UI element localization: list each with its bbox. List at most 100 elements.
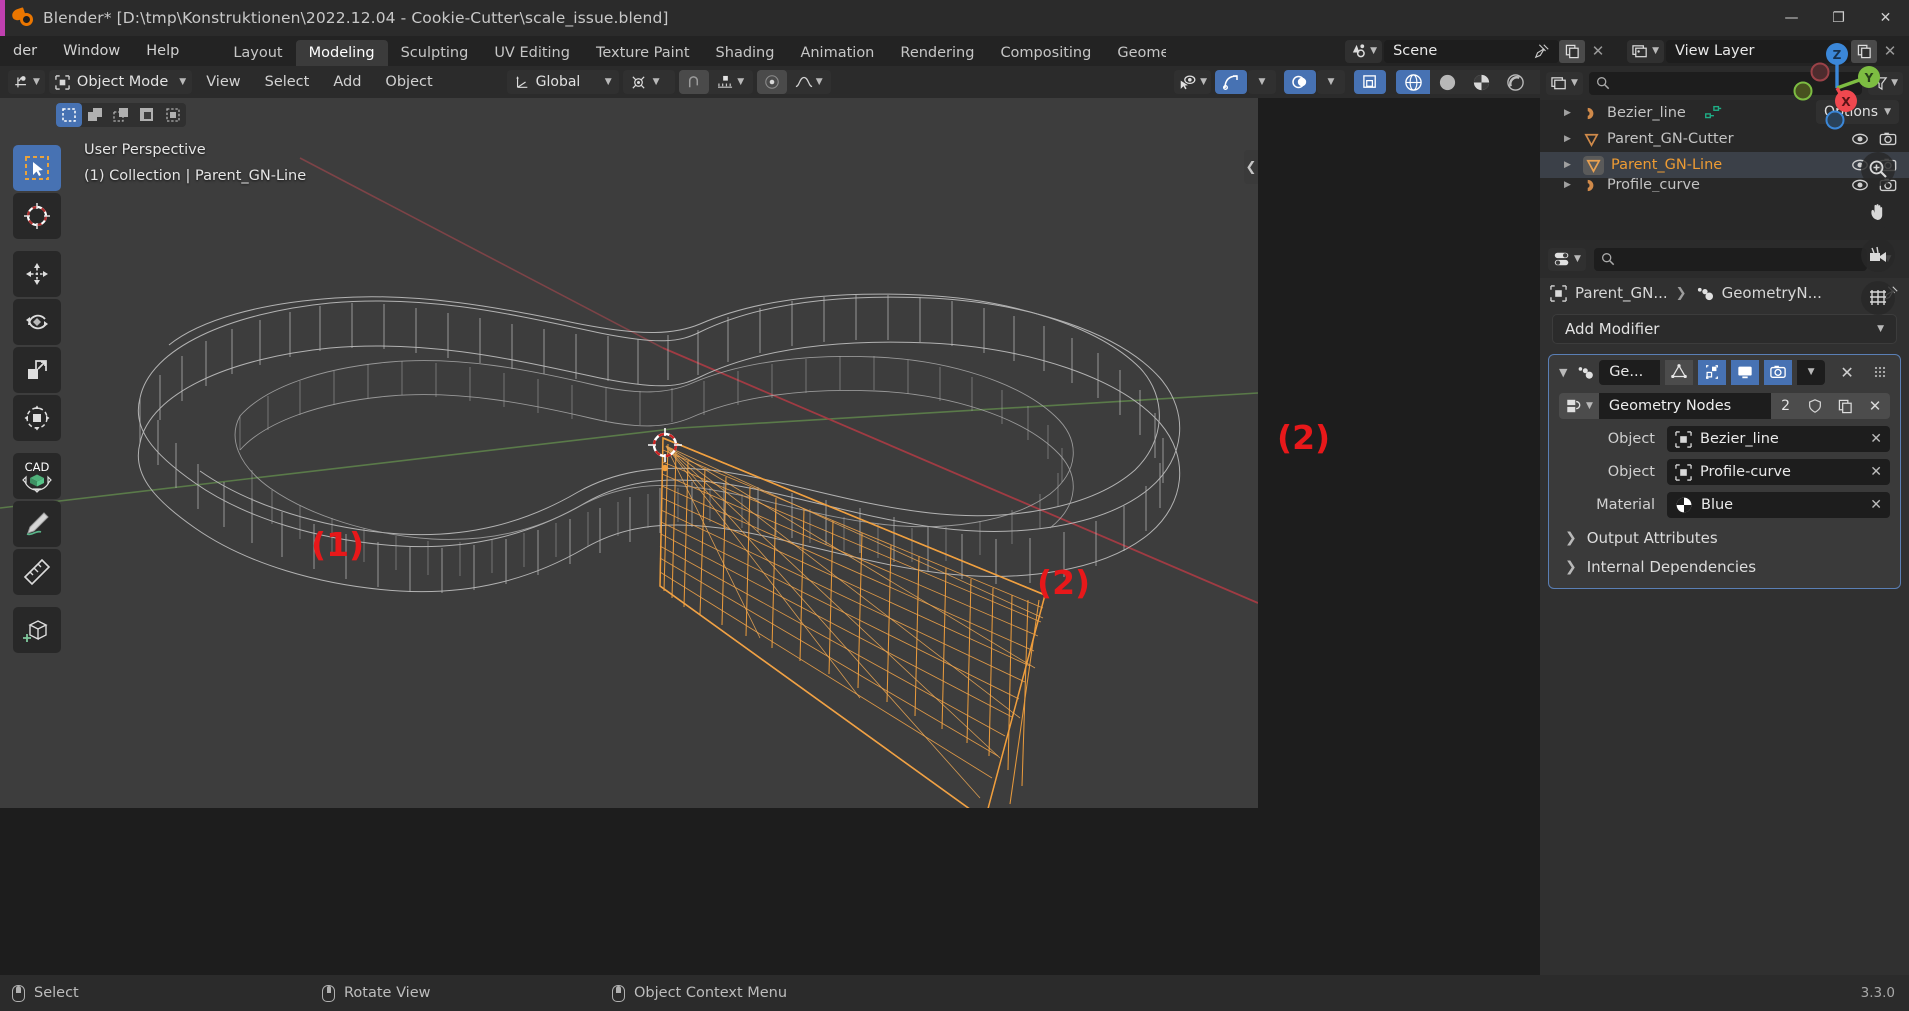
tab-compositing[interactable]: Compositing <box>987 40 1104 66</box>
node-group-unlink-button[interactable]: ✕ <box>1860 393 1890 419</box>
node-group-user-count[interactable]: 2 <box>1771 393 1800 419</box>
chevron-down-icon[interactable]: ▼ <box>1555 366 1571 379</box>
menu-help[interactable]: Help <box>133 36 192 66</box>
sidebar-collapse-toggle[interactable]: ❮ <box>1244 150 1258 184</box>
tab-uv-editing[interactable]: UV Editing <box>481 40 583 66</box>
viewport-menu-select[interactable]: Select <box>255 70 320 94</box>
node-group-fake-user-button[interactable] <box>1800 393 1830 419</box>
expand-arrow-icon[interactable]: ▶ <box>1564 108 1576 118</box>
node-group-new-button[interactable] <box>1830 393 1860 419</box>
modifier-toggle-on-cage[interactable] <box>1665 359 1694 385</box>
tab-modeling[interactable]: Modeling <box>295 40 388 66</box>
menu-blender[interactable]: der <box>0 36 50 66</box>
viewport-menu-object[interactable]: Object <box>375 70 442 94</box>
modifier-toggle-edit-mode[interactable] <box>1698 359 1727 385</box>
viewport-menu-view[interactable]: View <box>196 70 250 94</box>
pan-button[interactable] <box>1861 195 1895 229</box>
tool-add-cube[interactable] <box>13 607 61 653</box>
transform-orientation-selector[interactable]: Global ▼ <box>506 70 619 94</box>
xray-toggle[interactable] <box>1354 70 1386 94</box>
shading-material-preview-button[interactable] <box>1464 70 1498 94</box>
tool-annotate[interactable] <box>13 501 61 547</box>
tool-cursor[interactable] <box>13 193 61 239</box>
pivot-point-selector[interactable]: ▼ <box>622 70 675 94</box>
select-mode-subtract[interactable] <box>108 103 134 127</box>
close-icon[interactable]: ✕ <box>1870 431 1882 447</box>
outliner-row-parent-gn-line[interactable]: ▶ Parent_GN-Line <box>1540 152 1909 178</box>
tool-cad-transform[interactable]: CAD <box>13 453 61 499</box>
pin-icon[interactable] <box>1534 43 1550 59</box>
tab-rendering[interactable]: Rendering <box>887 40 987 66</box>
modifier-delete-button[interactable]: ✕ <box>1833 360 1861 385</box>
section-output-attributes[interactable]: ❯ Output Attributes <box>1565 529 1890 547</box>
snap-target-selector[interactable]: ▼ <box>709 70 753 94</box>
section-internal-dependencies[interactable]: ❯ Internal Dependencies <box>1565 558 1890 576</box>
close-icon[interactable]: ✕ <box>1870 464 1882 480</box>
minimize-button[interactable]: — <box>1768 0 1815 36</box>
expand-arrow-icon[interactable]: ▶ <box>1564 180 1576 190</box>
shading-wireframe-button[interactable] <box>1396 70 1430 94</box>
properties-search-input[interactable] <box>1593 247 1867 271</box>
expand-arrow-icon[interactable]: ▶ <box>1564 160 1576 170</box>
input-material-field[interactable]: Blue ✕ <box>1667 492 1890 518</box>
tool-tweak-select-box[interactable] <box>13 145 61 191</box>
tab-texture-paint[interactable]: Texture Paint <box>583 40 703 66</box>
tab-sculpting[interactable]: Sculpting <box>388 40 482 66</box>
viewlayer-browse-button[interactable]: ▼ <box>1627 39 1664 63</box>
tool-move[interactable] <box>13 251 61 297</box>
select-mode-invert[interactable] <box>134 103 160 127</box>
zoom-button[interactable] <box>1861 152 1895 186</box>
camera-icon[interactable] <box>1879 131 1897 147</box>
tool-scale[interactable] <box>13 347 61 393</box>
viewport-menu-add[interactable]: Add <box>323 70 371 94</box>
browse-node-group-button[interactable]: ▼ <box>1559 393 1599 419</box>
close-button[interactable]: ✕ <box>1862 0 1909 36</box>
new-scene-button[interactable] <box>1559 39 1586 63</box>
scene-name-field[interactable]: Scene <box>1384 39 1560 63</box>
input-object-field[interactable]: Profile-curve ✕ <box>1667 459 1890 485</box>
tab-animation[interactable]: Animation <box>787 40 887 66</box>
outliner-row-profile-curve[interactable]: ▶ Profile_curve <box>1540 178 1909 192</box>
shading-rendered-button[interactable] <box>1498 70 1532 94</box>
scene-browse-button[interactable]: ▼ <box>1345 39 1383 63</box>
shading-solid-button[interactable] <box>1430 70 1464 94</box>
breadcrumb-object[interactable]: Parent_GN... <box>1575 284 1668 302</box>
modifier-extras-dropdown[interactable]: ▼ <box>1797 359 1826 385</box>
unlink-scene-button[interactable]: ✕ <box>1585 40 1611 63</box>
editor-type-selector[interactable]: ▼ <box>8 70 45 94</box>
select-mode-set[interactable] <box>56 103 82 127</box>
menu-window[interactable]: Window <box>50 36 133 66</box>
tab-geometry-nodes[interactable]: Geome <box>1104 40 1166 66</box>
select-mode-extend[interactable] <box>82 103 108 127</box>
select-mode-intersect[interactable] <box>160 103 186 127</box>
tab-layout[interactable]: Layout <box>220 40 295 66</box>
modifier-name-field[interactable]: Ge... <box>1599 359 1661 385</box>
tab-shading[interactable]: Shading <box>703 40 788 66</box>
node-group-name-field[interactable]: Geometry Nodes <box>1598 393 1772 419</box>
proportional-falloff-selector[interactable]: ▼ <box>787 70 831 94</box>
outliner-display-mode-selector[interactable]: ▼ <box>1546 71 1583 95</box>
tool-transform[interactable] <box>13 395 61 441</box>
tool-rotate[interactable] <box>13 299 61 345</box>
snap-toggle-button[interactable] <box>678 70 709 94</box>
camera-view-button[interactable] <box>1861 238 1895 272</box>
breadcrumb-modifier[interactable]: GeometryN... <box>1722 284 1822 302</box>
modifier-toggle-realtime[interactable] <box>1731 359 1760 385</box>
proportional-edit-toggle[interactable] <box>756 70 787 94</box>
maximize-button[interactable]: ❐ <box>1815 0 1862 36</box>
viewport-3d[interactable]: User Perspective (1) Collection | Parent… <box>0 98 1258 808</box>
toggle-ortho-persp-button[interactable] <box>1861 281 1895 315</box>
expand-arrow-icon[interactable]: ▶ <box>1564 134 1576 144</box>
properties-editor-type-selector[interactable]: ▼ <box>1548 247 1586 271</box>
close-icon[interactable]: ✕ <box>1870 497 1882 513</box>
input-object-field[interactable]: Bezier_line ✕ <box>1667 426 1890 452</box>
modifier-drag-handle[interactable] <box>1866 360 1894 385</box>
tool-measure[interactable] <box>13 549 61 595</box>
eye-icon[interactable] <box>1851 131 1869 147</box>
show-overlays-toggle[interactable] <box>1284 70 1316 94</box>
add-modifier-button[interactable]: Add Modifier ▼ <box>1552 314 1897 344</box>
visibility-selector[interactable]: ▼ <box>1174 70 1211 94</box>
overlay-options-dropdown[interactable]: ▼ <box>1317 70 1345 94</box>
modifier-toggle-render[interactable] <box>1764 359 1793 385</box>
gizmo-options-dropdown[interactable]: ▼ <box>1248 70 1276 94</box>
